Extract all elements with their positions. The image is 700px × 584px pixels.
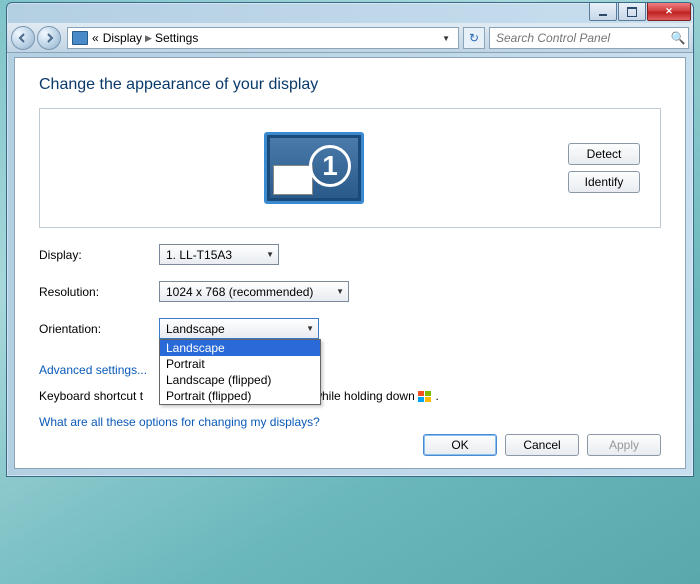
client-area: Change the appearance of your display 1 … (14, 57, 686, 469)
address-bar[interactable]: « Display ▶ Settings ▼ (67, 27, 459, 49)
address-dropdown-icon[interactable]: ▼ (438, 34, 454, 43)
display-label: Display: (39, 248, 159, 262)
refresh-icon: ↻ (469, 31, 479, 45)
back-button[interactable] (11, 26, 35, 50)
orientation-option[interactable]: Portrait (flipped) (160, 388, 320, 404)
resolution-combo[interactable]: 1024 x 768 (recommended) ▼ (159, 281, 349, 302)
orientation-option[interactable]: Landscape (flipped) (160, 372, 320, 388)
display-row: Display: 1. LL-T15A3 ▼ (39, 244, 661, 265)
chevron-down-icon: ▼ (336, 287, 344, 296)
advanced-row: Advanced settings... (39, 361, 661, 379)
orientation-value: Landscape (166, 322, 225, 336)
arrow-left-icon (17, 32, 29, 44)
search-box: 🔍 (489, 27, 689, 49)
chevron-down-icon: ▼ (306, 324, 314, 333)
action-bar: OK Cancel Apply (423, 434, 661, 456)
detect-button[interactable]: Detect (568, 143, 640, 165)
help-row: What are all these options for changing … (39, 413, 661, 431)
advanced-settings-link[interactable]: Advanced settings... (39, 363, 147, 377)
monitor-thumbnail[interactable]: 1 (264, 132, 364, 204)
display-preview-box: 1 Detect Identify (39, 108, 661, 228)
help-link[interactable]: What are all these options for changing … (39, 415, 320, 429)
breadcrumb-separator-icon: ▶ (145, 33, 152, 44)
orientation-option[interactable]: Landscape (160, 340, 320, 356)
kbd-text-period: . (435, 389, 438, 403)
breadcrumb-item[interactable]: Settings (155, 31, 198, 45)
orientation-label: Orientation: (39, 322, 159, 336)
ok-button[interactable]: OK (423, 434, 497, 456)
resolution-row: Resolution: 1024 x 768 (recommended) ▼ (39, 281, 661, 302)
navbar: « Display ▶ Settings ▼ ↻ 🔍 (7, 23, 693, 53)
preview-center: 1 (60, 132, 568, 204)
resolution-value: 1024 x 768 (recommended) (166, 285, 313, 299)
identify-button[interactable]: Identify (568, 171, 640, 193)
orientation-row: Orientation: Landscape ▼ Landscape Portr… (39, 318, 661, 339)
search-icon[interactable]: 🔍 (668, 31, 688, 45)
search-input[interactable] (490, 31, 668, 45)
orientation-dropdown: Landscape Portrait Landscape (flipped) P… (159, 339, 321, 405)
breadcrumb-prefix: « (92, 31, 99, 45)
refresh-button[interactable]: ↻ (463, 27, 485, 49)
preview-buttons: Detect Identify (568, 143, 640, 193)
breadcrumb-item[interactable]: Display (103, 31, 142, 45)
close-button[interactable] (647, 3, 691, 21)
keyboard-shortcut-row: Keyboard shortcut t Tap P while holding … (39, 389, 661, 403)
orientation-combo[interactable]: Landscape ▼ (159, 318, 319, 339)
minimize-button[interactable] (589, 3, 617, 21)
maximize-button[interactable] (618, 3, 646, 21)
page-title: Change the appearance of your display (39, 76, 661, 94)
chevron-down-icon: ▼ (266, 250, 274, 259)
display-value: 1. LL-T15A3 (166, 248, 232, 262)
display-icon (72, 31, 88, 45)
control-panel-window: « Display ▶ Settings ▼ ↻ 🔍 Change the ap… (6, 2, 694, 477)
window-preview (273, 165, 313, 195)
titlebar (7, 3, 693, 23)
kbd-text-prefix: Keyboard shortcut t (39, 389, 143, 403)
resolution-label: Resolution: (39, 285, 159, 299)
arrow-right-icon (43, 32, 55, 44)
display-combo[interactable]: 1. LL-T15A3 ▼ (159, 244, 279, 265)
forward-button[interactable] (37, 26, 61, 50)
windows-logo-icon (418, 391, 432, 403)
cancel-button[interactable]: Cancel (505, 434, 579, 456)
apply-button[interactable]: Apply (587, 434, 661, 456)
orientation-option[interactable]: Portrait (160, 356, 320, 372)
monitor-number: 1 (309, 145, 351, 187)
